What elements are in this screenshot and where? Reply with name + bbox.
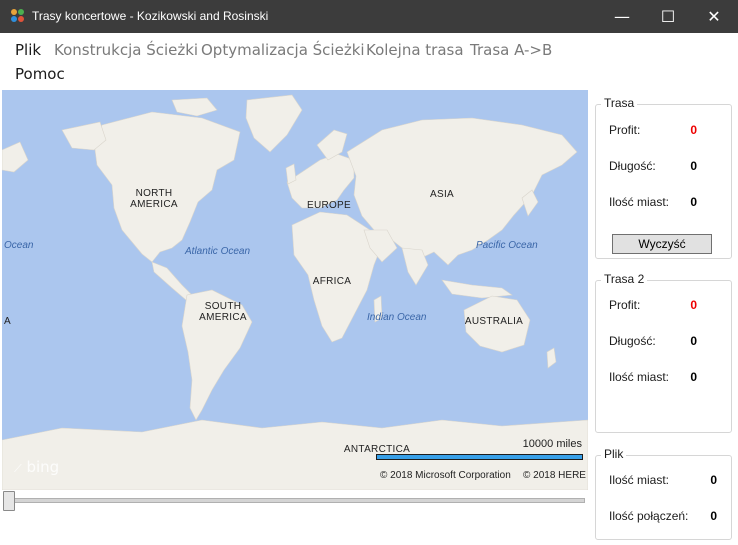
- trasa2-cities-label: Ilość miast:: [609, 370, 670, 384]
- scale-bar: [376, 454, 583, 460]
- copyright-microsoft: © 2018 Microsoft Corporation: [380, 470, 511, 481]
- window-title: Trasy koncertowe - Kozikowski and Rosins…: [32, 9, 269, 23]
- maximize-button[interactable]: ☐: [645, 0, 691, 33]
- label-africa: AFRICA: [312, 276, 352, 287]
- menu-optymalizacja-sciezki[interactable]: Optymalizacja Ścieżki: [201, 41, 365, 59]
- bing-logo: ⟋ bing: [14, 458, 60, 476]
- clear-button[interactable]: Wyczyść: [612, 234, 712, 254]
- app-icon: [11, 9, 25, 23]
- trasa-cities-label: Ilość miast:: [609, 195, 670, 209]
- trasa2-panel-title: Trasa 2: [601, 272, 648, 286]
- zoom-slider-thumb[interactable]: [3, 491, 15, 511]
- minimize-button[interactable]: —: [599, 0, 645, 33]
- trasa-length-value: 0: [690, 159, 697, 173]
- menu-kolejna-trasa[interactable]: Kolejna trasa: [366, 41, 464, 59]
- trasa2-cities-value: 0: [690, 370, 697, 384]
- label-atlantic-ocean: Atlantic Ocean: [185, 246, 251, 257]
- label-south-america: SOUTH AMERICA: [199, 301, 247, 323]
- plik-panel-title: Plik: [601, 447, 627, 461]
- plik-cities-value: 0: [710, 473, 717, 487]
- trasa2-length-value: 0: [690, 334, 697, 348]
- menu-plik[interactable]: Plik: [15, 41, 41, 59]
- trasa-profit-label: Profit:: [609, 123, 641, 137]
- trasa-cities-value: 0: [690, 195, 697, 209]
- world-map[interactable]: NORTH AMERICA SOUTH AMERICA EUROPE ASIA …: [2, 90, 588, 490]
- menu-bar: Plik Konstrukcja Ścieżki Optymalizacja Ś…: [0, 33, 738, 89]
- scale-label: 10000 miles: [522, 438, 582, 450]
- menu-trasa-a-b[interactable]: Trasa A->B: [470, 41, 552, 59]
- title-bar[interactable]: Trasy koncertowe - Kozikowski and Rosins…: [0, 0, 738, 33]
- plik-panel: Plik: [595, 447, 732, 540]
- trasa2-profit-label: Profit:: [609, 298, 641, 312]
- trasa-length-label: Długość:: [609, 159, 656, 173]
- label-indian-ocean: Indian Ocean: [367, 312, 427, 323]
- label-australia: AUSTRALIA: [464, 316, 524, 327]
- menu-konstrukcja-sciezki[interactable]: Konstrukcja Ścieżki: [54, 41, 198, 59]
- close-button[interactable]: ✕: [691, 0, 737, 33]
- trasa2-length-label: Długość:: [609, 334, 656, 348]
- trasa2-profit-value: 0: [690, 298, 697, 312]
- trasa-profit-value: 0: [690, 123, 697, 137]
- label-pacific-ocean: Pacific Ocean: [476, 240, 538, 251]
- label-asia: ASIA: [430, 189, 454, 200]
- label-north-america: NORTH AMERICA: [130, 188, 178, 210]
- menu-pomoc[interactable]: Pomoc: [15, 65, 65, 83]
- zoom-slider-track[interactable]: [5, 498, 585, 503]
- trasa-panel-title: Trasa: [601, 96, 638, 110]
- plik-connections-label: Ilość połączeń:: [609, 509, 689, 523]
- plik-cities-label: Ilość miast:: [609, 473, 670, 487]
- map-land-svg: [2, 94, 588, 490]
- plik-connections-value: 0: [710, 509, 717, 523]
- label-edge-a: A: [4, 316, 11, 327]
- copyright-here: © 2018 HERE: [523, 470, 586, 481]
- label-ocean-west: Ocean: [4, 240, 34, 251]
- label-europe: EUROPE: [306, 200, 352, 211]
- app-window: Trasy koncertowe - Kozikowski and Rosins…: [0, 0, 738, 545]
